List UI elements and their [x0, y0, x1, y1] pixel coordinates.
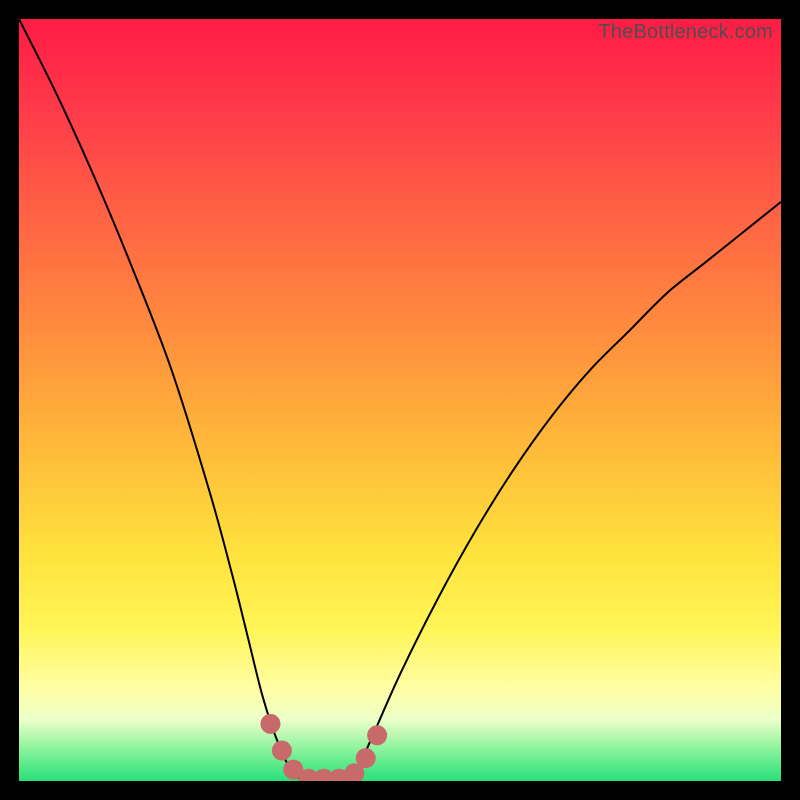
curve-layer	[19, 19, 781, 781]
trough-marker	[367, 725, 387, 745]
plot-area: TheBottleneck.com	[19, 19, 781, 781]
trough-marker	[272, 741, 292, 761]
bottleneck-curve	[19, 19, 781, 781]
chart-frame: TheBottleneck.com	[0, 0, 800, 800]
trough-marker	[356, 748, 376, 768]
trough-marker	[260, 714, 280, 734]
